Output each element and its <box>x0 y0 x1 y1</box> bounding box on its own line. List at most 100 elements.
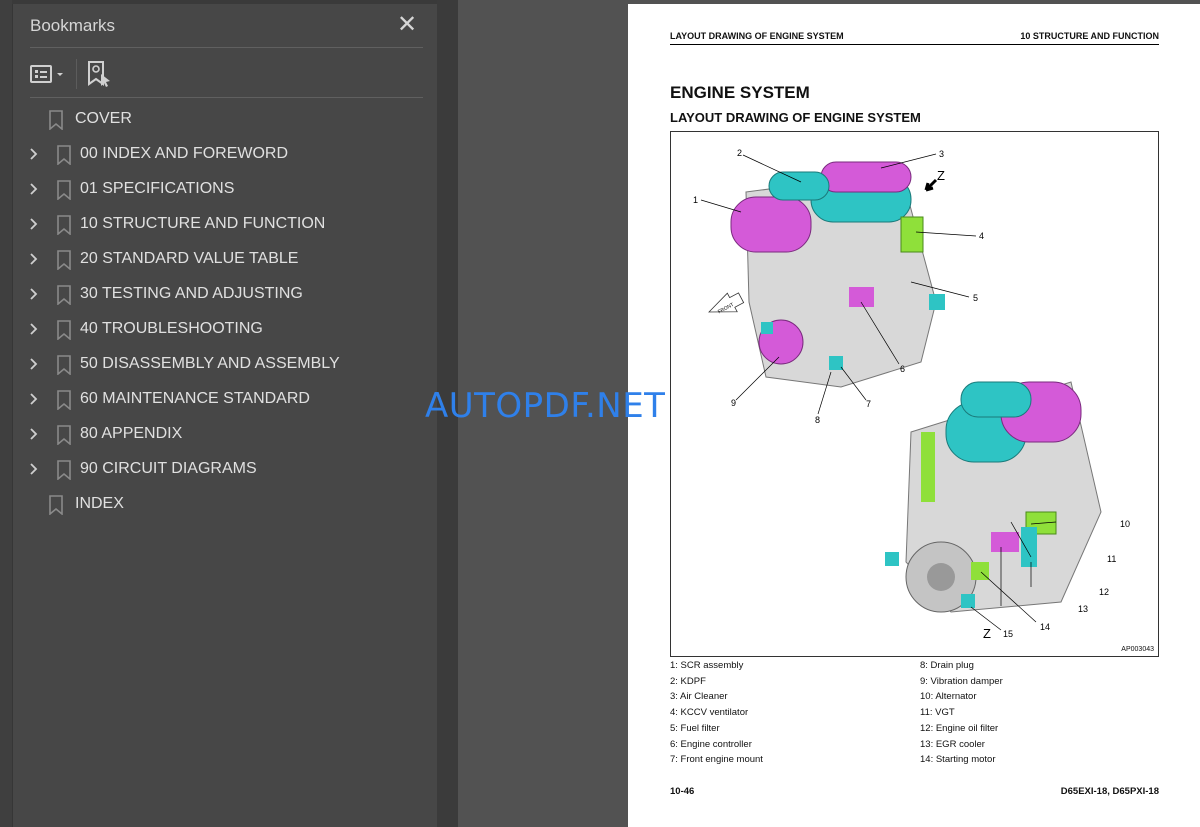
pdf-page: LAYOUT DRAWING OF ENGINE SYSTEM 10 STRUC… <box>628 4 1200 827</box>
view-arrow <box>924 178 938 192</box>
engine-lower-illustration <box>885 381 1102 613</box>
engine-layout-figure: Z Z FRONT 1 2 3 4 5 6 7 8 9 10 11 12 13 … <box>670 131 1159 657</box>
legend-caption: 6: Engine controller <box>670 738 752 750</box>
bookmark-label: 50 DISASSEMBLY AND ASSEMBLY <box>80 355 340 372</box>
legend-caption: 14: Starting motor <box>920 754 996 766</box>
legend-caption: 10: Alternator <box>920 691 977 703</box>
view-label-z: Z <box>937 168 945 183</box>
svg-text:2: 2 <box>737 148 742 158</box>
legend-caption: 2: KDPF <box>670 675 706 687</box>
legend-caption: 12: Engine oil filter <box>920 722 999 734</box>
model-name: D65EXI-18, D65PXI-18 <box>1060 786 1159 797</box>
bookmark-item[interactable]: 90 CIRCUIT DIAGRAMS <box>13 452 438 487</box>
svg-text:8: 8 <box>815 415 820 425</box>
bookmark-icon <box>57 320 71 340</box>
chevron-right-icon[interactable] <box>27 182 41 196</box>
svg-text:4: 4 <box>979 231 984 241</box>
chevron-right-icon[interactable] <box>27 392 41 406</box>
bookmark-item[interactable]: 00 INDEX AND FOREWORD <box>13 137 438 172</box>
bookmark-label: 10 STRUCTURE AND FUNCTION <box>80 215 326 232</box>
divider <box>76 59 77 89</box>
svg-text:1: 1 <box>693 195 698 205</box>
svg-text:5: 5 <box>973 293 978 303</box>
find-current-bookmark-button[interactable] <box>87 60 113 88</box>
bookmark-icon <box>49 495 63 515</box>
options-button[interactable] <box>30 64 66 84</box>
bookmark-item[interactable]: 01 SPECIFICATIONS <box>13 172 438 207</box>
bookmark-icon <box>57 425 71 445</box>
legend-caption: 1: SCR assembly <box>670 660 744 671</box>
chevron-right-icon[interactable] <box>27 357 41 371</box>
watermark: AUTOPDF.NET <box>425 386 666 426</box>
bookmark-item[interactable]: COVER <box>13 102 438 137</box>
chevron-right-icon[interactable] <box>27 217 41 231</box>
chevron-right-icon[interactable] <box>27 287 41 301</box>
chevron-right-icon[interactable] <box>27 462 41 476</box>
svg-text:9: 9 <box>731 398 736 408</box>
running-header-right: 10 STRUCTURE AND FUNCTION <box>1020 31 1159 41</box>
bookmark-icon <box>57 285 71 305</box>
bookmark-label: INDEX <box>75 495 124 512</box>
legend-caption: 3: Air Cleaner <box>670 691 728 703</box>
bookmarks-panel: Bookmarks ✕ COVER 00 INDEX AND FOREWORD 01… <box>12 4 437 827</box>
svg-text:10: 10 <box>1120 519 1130 529</box>
legend-caption: 7: Front engine mount <box>670 754 763 766</box>
page-title: ENGINE SYSTEM <box>670 83 810 102</box>
chevron-right-icon[interactable] <box>27 252 41 266</box>
bookmark-item[interactable]: 30 TESTING AND ADJUSTING <box>13 277 438 312</box>
bookmark-icon <box>57 215 71 235</box>
legend-caption: 4: KCCV ventilator <box>670 707 749 719</box>
bookmark-label: 00 INDEX AND FOREWORD <box>80 145 289 162</box>
bookmark-icon <box>57 145 71 165</box>
bookmark-label: 80 APPENDIX <box>80 425 183 442</box>
bookmark-label: 01 SPECIFICATIONS <box>80 180 235 197</box>
svg-text:6: 6 <box>900 364 905 374</box>
close-icon[interactable]: ✕ <box>397 10 417 39</box>
panel-title: Bookmarks <box>30 16 116 35</box>
divider <box>30 97 423 98</box>
bookmark-icon <box>49 110 63 130</box>
chevron-right-icon[interactable] <box>27 147 41 161</box>
bookmark-item[interactable]: INDEX <box>13 487 438 522</box>
svg-text:11: 11 <box>1107 554 1116 564</box>
header-rule <box>670 44 1159 45</box>
find-current-bookmark-icon <box>88 61 110 87</box>
bookmark-icon <box>57 355 71 375</box>
chevron-right-icon[interactable] <box>27 427 41 441</box>
svg-text:12: 12 <box>1099 587 1109 597</box>
bookmark-item[interactable]: 20 STANDARD VALUE TABLE <box>13 242 438 277</box>
svg-text:7: 7 <box>866 399 871 409</box>
bookmark-item[interactable]: 10 STRUCTURE AND FUNCTION <box>13 207 438 242</box>
bookmark-label: 60 MAINTENANCE STANDARD <box>80 390 310 407</box>
bookmark-label: COVER <box>75 110 132 127</box>
bookmark-icon <box>57 460 71 480</box>
legend-caption: 8: Drain plug <box>920 660 974 671</box>
bookmark-item[interactable]: 40 TROUBLESHOOTING <box>13 312 438 347</box>
page-number: 10-46 <box>670 786 695 797</box>
bookmark-icon <box>57 250 71 270</box>
legend-caption: 11: VGT <box>920 707 955 719</box>
legend-caption: 5: Fuel filter <box>670 722 720 734</box>
bookmark-item[interactable]: 60 MAINTENANCE STANDARD <box>13 382 438 417</box>
bookmark-icon <box>57 180 71 200</box>
bookmark-item[interactable]: 80 APPENDIX <box>13 417 438 452</box>
svg-text:3: 3 <box>939 149 944 159</box>
bookmark-item[interactable]: 50 DISASSEMBLY AND ASSEMBLY <box>13 347 438 382</box>
list-options-icon <box>30 65 52 83</box>
view-label-z-lower: Z <box>983 626 991 641</box>
chevron-down-icon <box>57 73 63 76</box>
svg-text:14: 14 <box>1040 622 1050 632</box>
page-subtitle: LAYOUT DRAWING OF ENGINE SYSTEM <box>670 110 921 125</box>
svg-text:13: 13 <box>1078 604 1088 614</box>
bookmark-list: COVER 00 INDEX AND FOREWORD 01 SPECIFICATI… <box>13 102 438 522</box>
bookmark-label: 90 CIRCUIT DIAGRAMS <box>80 460 257 477</box>
divider <box>30 47 423 48</box>
bookmark-label: 40 TROUBLESHOOTING <box>80 320 263 337</box>
legend-caption: 13: EGR cooler <box>920 738 985 750</box>
svg-text:15: 15 <box>1003 629 1013 639</box>
bookmark-label: 20 STANDARD VALUE TABLE <box>80 250 299 267</box>
running-header-left: LAYOUT DRAWING OF ENGINE SYSTEM <box>670 31 844 41</box>
left-nav-strip <box>0 0 12 827</box>
chevron-right-icon[interactable] <box>27 322 41 336</box>
front-indicator: FRONT <box>708 292 745 315</box>
